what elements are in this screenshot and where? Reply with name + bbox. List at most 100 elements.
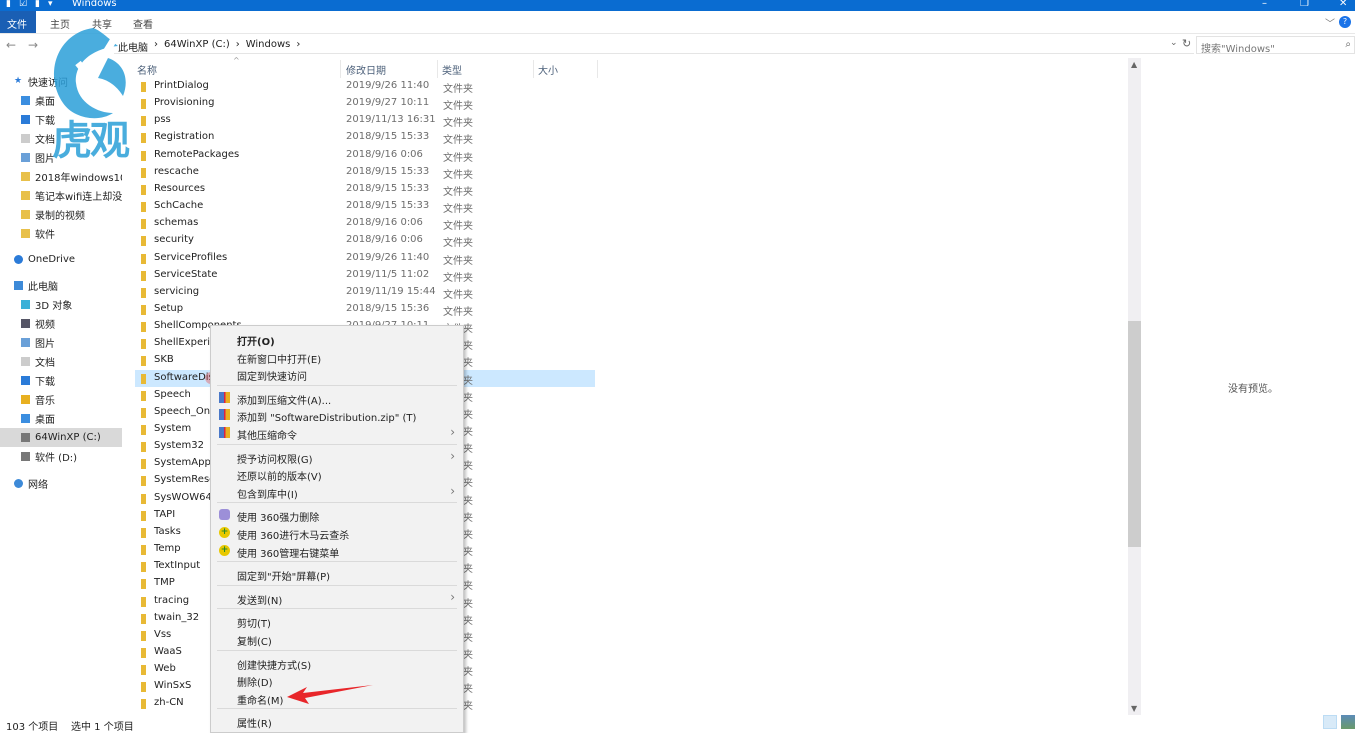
sidebar-item[interactable]: 网络 xyxy=(0,474,122,493)
menu-item[interactable]: 添加到 "SoftwareDistribution.zip" (T) xyxy=(211,406,463,424)
column-divider[interactable] xyxy=(437,60,438,78)
file-date: 2019/11/19 15:44 xyxy=(346,285,436,297)
column-header-size[interactable]: 大小 xyxy=(538,62,558,77)
scrollbar-thumb[interactable] xyxy=(1128,321,1141,547)
file-row[interactable]: ServiceProfiles 2019/9/26 11:40 文件夹 xyxy=(135,250,595,267)
menu-item[interactable]: 在新窗口中打开(E) xyxy=(211,348,463,366)
address-history-dropdown-icon[interactable]: ⌄ xyxy=(1170,38,1178,48)
column-divider[interactable] xyxy=(340,60,341,78)
sidebar-item[interactable]: 下载 xyxy=(0,371,122,390)
sidebar-item[interactable]: 3D 对象 xyxy=(0,295,122,314)
menu-item[interactable]: 打开(O) xyxy=(211,330,463,348)
file-row[interactable]: pss 2019/11/13 16:31 文件夹 xyxy=(135,112,595,129)
menu-item[interactable]: 使用 360强力删除 xyxy=(211,506,463,524)
menu-item[interactable]: 属性(R) xyxy=(211,712,463,730)
sidebar-item[interactable]: 文档 xyxy=(0,352,122,371)
file-row[interactable]: PrintDialog 2019/9/26 11:40 文件夹 xyxy=(135,78,595,95)
file-row[interactable]: servicing 2019/11/19 15:44 文件夹 xyxy=(135,284,595,301)
details-view-button[interactable] xyxy=(1323,715,1337,729)
file-row[interactable]: rescache 2018/9/15 15:33 文件夹 xyxy=(135,164,595,181)
sidebar-item[interactable]: 图片 xyxy=(0,333,122,352)
breadcrumb-separator[interactable]: › xyxy=(154,39,158,54)
file-row[interactable]: SchCache 2018/9/15 15:33 文件夹 xyxy=(135,198,595,215)
sidebar-item[interactable]: OneDrive xyxy=(0,250,122,269)
menu-item[interactable]: + 使用 360管理右键菜单 xyxy=(211,542,463,560)
menu-item[interactable]: 授予访问权限(G) › xyxy=(211,448,463,466)
tab-share[interactable]: 共享 xyxy=(92,16,112,31)
column-header-type[interactable]: 类型 xyxy=(442,62,462,77)
column-header-name[interactable]: 名称 xyxy=(137,62,157,77)
column-divider[interactable] xyxy=(597,60,598,78)
folder-icon xyxy=(21,172,30,181)
menu-item[interactable]: 包含到库中(I) › xyxy=(211,483,463,501)
sidebar-item[interactable]: 视频 xyxy=(0,314,122,333)
sidebar-item[interactable]: 软件 xyxy=(0,224,122,243)
menu-separator xyxy=(217,708,457,710)
search-input[interactable]: 搜索"Windows" ⌕ xyxy=(1196,36,1355,55)
menu-item[interactable]: 固定到快速访问 xyxy=(211,365,463,383)
menu-item[interactable]: 还原以前的版本(V) xyxy=(211,465,463,483)
vertical-scrollbar[interactable]: ▲ ▼ xyxy=(1128,58,1141,715)
menu-item[interactable]: 其他压缩命令 › xyxy=(211,424,463,442)
file-row[interactable]: security 2018/9/16 0:06 文件夹 xyxy=(135,232,595,249)
menu-item-label: 其他压缩命令 xyxy=(237,431,297,442)
folder-icon xyxy=(141,167,146,178)
file-name: Vss xyxy=(154,628,172,640)
file-row[interactable]: schemas 2018/9/16 0:06 文件夹 xyxy=(135,215,595,232)
file-row[interactable]: ServiceState 2019/11/5 11:02 文件夹 xyxy=(135,267,595,284)
sidebar-item[interactable]: 笔记本wifi连上却没 xyxy=(0,186,122,205)
sidebar-item[interactable]: 64WinXP (C:) xyxy=(0,428,122,447)
sidebar-item[interactable]: 音乐 xyxy=(0,390,122,409)
ribbon-collapse-icon[interactable]: ﹀ xyxy=(1325,15,1335,30)
column-divider[interactable] xyxy=(533,60,534,78)
tab-view[interactable]: 查看 xyxy=(133,16,153,31)
new-folder-icon[interactable]: ▮ xyxy=(35,0,40,9)
menu-item[interactable]: 剪切(T) xyxy=(211,612,463,630)
sidebar-item[interactable]: 桌面 xyxy=(0,409,122,428)
breadcrumb-separator[interactable]: › xyxy=(236,39,240,54)
help-icon[interactable]: ? xyxy=(1339,16,1351,28)
file-row[interactable]: Provisioning 2019/9/27 10:11 文件夹 xyxy=(135,95,595,112)
scroll-up-icon[interactable]: ▲ xyxy=(1131,60,1137,69)
menu-item[interactable]: 添加到压缩文件(A)... xyxy=(211,389,463,407)
tab-file[interactable]: 文件 xyxy=(0,11,36,33)
menu-item[interactable]: 固定到"开始"屏幕(P) xyxy=(211,565,463,583)
forward-button[interactable]: → xyxy=(28,38,38,52)
breadcrumb-windows[interactable]: Windows xyxy=(246,39,291,54)
cloud-icon xyxy=(14,255,23,264)
properties-icon[interactable]: ☑ xyxy=(19,0,27,9)
menu-item[interactable]: 复制(C) xyxy=(211,630,463,648)
folder-icon xyxy=(141,510,146,521)
breadcrumb-separator[interactable]: › xyxy=(296,39,300,54)
file-name: Speech xyxy=(154,388,191,400)
menu-item[interactable]: + 使用 360进行木马云查杀 xyxy=(211,524,463,542)
sidebar-item[interactable]: 录制的视频 xyxy=(0,205,122,224)
sidebar-item-label: 文档 xyxy=(35,358,55,369)
star-icon: ★ xyxy=(14,76,23,86)
sidebar-item[interactable]: 软件 (D:) xyxy=(0,447,122,466)
file-row[interactable]: RemotePackages 2018/9/16 0:06 文件夹 xyxy=(135,147,595,164)
minimize-button[interactable]: – xyxy=(1262,0,1267,9)
file-row[interactable]: Resources 2018/9/15 15:33 文件夹 xyxy=(135,181,595,198)
close-button[interactable]: ✕ xyxy=(1339,0,1347,9)
maximize-button[interactable]: ❐ xyxy=(1300,0,1309,9)
file-row[interactable]: Setup 2018/9/15 15:36 文件夹 xyxy=(135,301,595,318)
menu-item[interactable]: 发送到(N) › xyxy=(211,589,463,607)
sidebar-item[interactable]: 2018年windows10 xyxy=(0,167,122,186)
sidebar-item-label: 桌面 xyxy=(35,97,55,108)
customize-toolbar-icon[interactable]: ▾ xyxy=(48,0,53,9)
tab-home[interactable]: 主页 xyxy=(50,16,70,31)
refresh-icon[interactable]: ↻ xyxy=(1182,37,1191,50)
file-type: 文件夹 xyxy=(443,84,473,95)
breadcrumb-drive[interactable]: 64WinXP (C:) xyxy=(164,39,230,54)
breadcrumb-this-pc[interactable]: 此电脑 xyxy=(118,39,148,54)
folder-icon xyxy=(141,442,146,453)
scroll-down-icon[interactable]: ▼ xyxy=(1131,704,1137,713)
large-icons-view-button[interactable] xyxy=(1341,715,1355,729)
back-button[interactable]: ← xyxy=(6,38,16,52)
column-header-date[interactable]: 修改日期 xyxy=(346,62,386,77)
menu-item[interactable]: 创建快捷方式(S) xyxy=(211,654,463,672)
search-icon[interactable]: ⌕ xyxy=(1345,39,1351,50)
sidebar-item[interactable]: 此电脑 xyxy=(0,276,122,295)
file-row[interactable]: Registration 2018/9/15 15:33 文件夹 xyxy=(135,129,595,146)
